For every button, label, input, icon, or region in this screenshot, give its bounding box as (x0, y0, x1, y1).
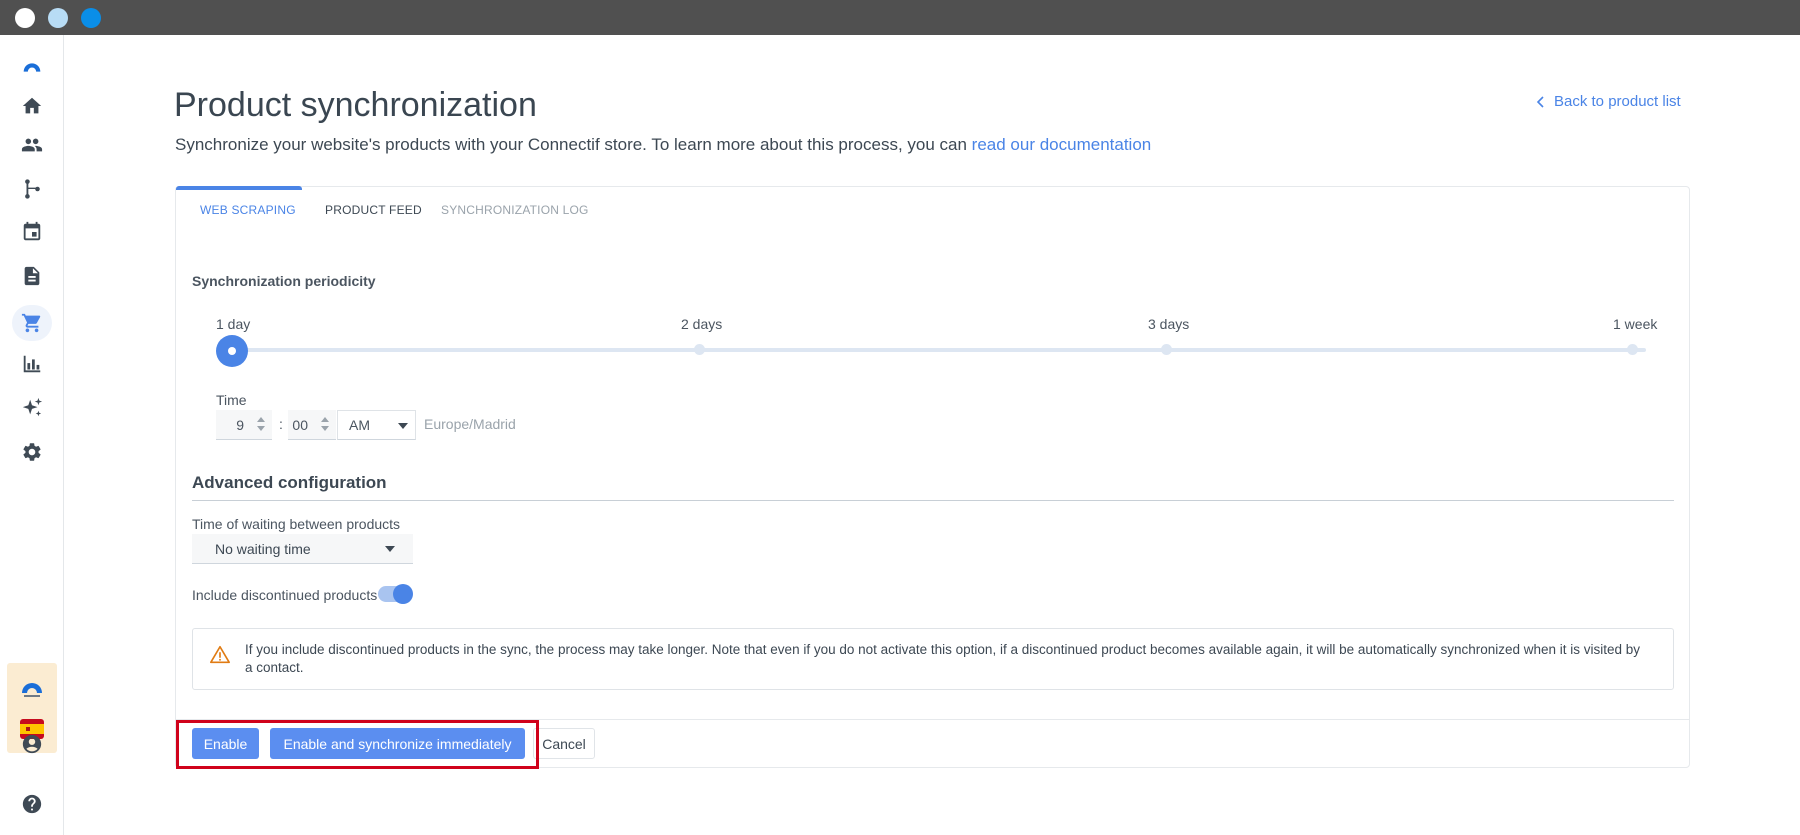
tab-synchronization-log[interactable]: SYNCHRONIZATION LOG (441, 203, 589, 217)
minute-stepper[interactable]: 00 (288, 410, 336, 440)
periodicity-slider-handle[interactable] (216, 335, 248, 367)
periodicity-option-3-days[interactable]: 3 days (1148, 316, 1189, 332)
page-title: Product synchronization (174, 86, 537, 124)
active-tab-indicator (176, 186, 302, 190)
enable-button[interactable]: Enable (192, 728, 259, 759)
periodicity-option-1-week[interactable]: 1 week (1613, 316, 1657, 332)
periodicity-option-1-day[interactable]: 1 day (216, 316, 250, 332)
waiting-time-value: No waiting time (215, 540, 311, 557)
sidebar (0, 35, 64, 835)
warning-icon (210, 645, 230, 664)
sync-settings-card: WEB SCRAPING PRODUCT FEED SYNCHRONIZATIO… (175, 186, 1690, 769)
hour-stepper[interactable]: 9 (216, 410, 272, 440)
contacts-icon[interactable] (20, 133, 44, 157)
documentation-link[interactable]: read our documentation (972, 135, 1152, 154)
include-discontinued-label: Include discontinued products (192, 587, 378, 603)
window-maximize-button[interactable] (81, 8, 101, 28)
page-subtitle: Synchronize your website's products with… (175, 135, 1151, 155)
window-minimize-button[interactable] (48, 8, 68, 28)
advanced-configuration-title: Advanced configuration (192, 473, 387, 492)
help-icon[interactable] (20, 792, 44, 816)
back-to-product-list-link[interactable]: Back to product list (1536, 93, 1681, 110)
toggle-knob (393, 584, 413, 604)
waiting-time-select[interactable]: No waiting time (192, 534, 413, 564)
time-separator: : (279, 416, 283, 432)
minute-value: 00 (292, 416, 308, 433)
slider-tick[interactable] (694, 344, 705, 355)
reports-icon[interactable] (20, 352, 44, 376)
chevron-down-icon (385, 546, 395, 552)
card-footer-divider (176, 719, 1689, 720)
workflows-icon[interactable] (20, 177, 44, 201)
tab-product-feed[interactable]: PRODUCT FEED (325, 203, 422, 217)
cancel-button[interactable]: Cancel (533, 728, 595, 759)
connectif-logo-icon[interactable] (20, 53, 44, 77)
am-pm-value: AM (349, 417, 370, 433)
back-link-label: Back to product list (1554, 93, 1681, 110)
slider-tick[interactable] (1627, 344, 1638, 355)
periodicity-option-2-days[interactable]: 2 days (681, 316, 722, 332)
include-discontinued-toggle[interactable] (378, 584, 413, 604)
store-logo-icon (20, 677, 44, 699)
section-divider (192, 500, 1674, 501)
periodicity-slider-track[interactable] (221, 348, 1646, 352)
ai-icon[interactable] (20, 396, 44, 420)
store-icon[interactable] (12, 305, 52, 341)
window-close-button[interactable] (15, 8, 35, 28)
timezone-label: Europe/Madrid (424, 416, 516, 432)
chevron-left-icon (1536, 95, 1544, 108)
hour-value: 9 (236, 416, 244, 433)
stepper-arrows-icon[interactable] (320, 415, 330, 433)
periodicity-label: Synchronization periodicity (192, 273, 376, 289)
account-icon[interactable] (20, 732, 44, 756)
discontinued-warning-notice: If you include discontinued products in … (192, 628, 1674, 690)
tab-web-scraping[interactable]: WEB SCRAPING (200, 203, 296, 217)
window-titlebar (0, 0, 1800, 35)
home-icon[interactable] (20, 94, 44, 118)
waiting-time-label: Time of waiting between products (192, 516, 401, 532)
calendar-icon[interactable] (20, 220, 44, 244)
enable-and-sync-button[interactable]: Enable and synchronize immediately (270, 728, 525, 759)
settings-icon[interactable] (20, 440, 44, 464)
subtitle-text: Synchronize your website's products with… (175, 135, 967, 154)
chevron-down-icon (398, 423, 408, 429)
stepper-arrows-icon[interactable] (256, 415, 266, 433)
am-pm-select[interactable]: AM (337, 410, 416, 440)
slider-tick[interactable] (1161, 344, 1172, 355)
warning-text: If you include discontinued products in … (245, 642, 1641, 675)
time-label: Time (216, 392, 247, 408)
content-icon[interactable] (20, 264, 44, 288)
